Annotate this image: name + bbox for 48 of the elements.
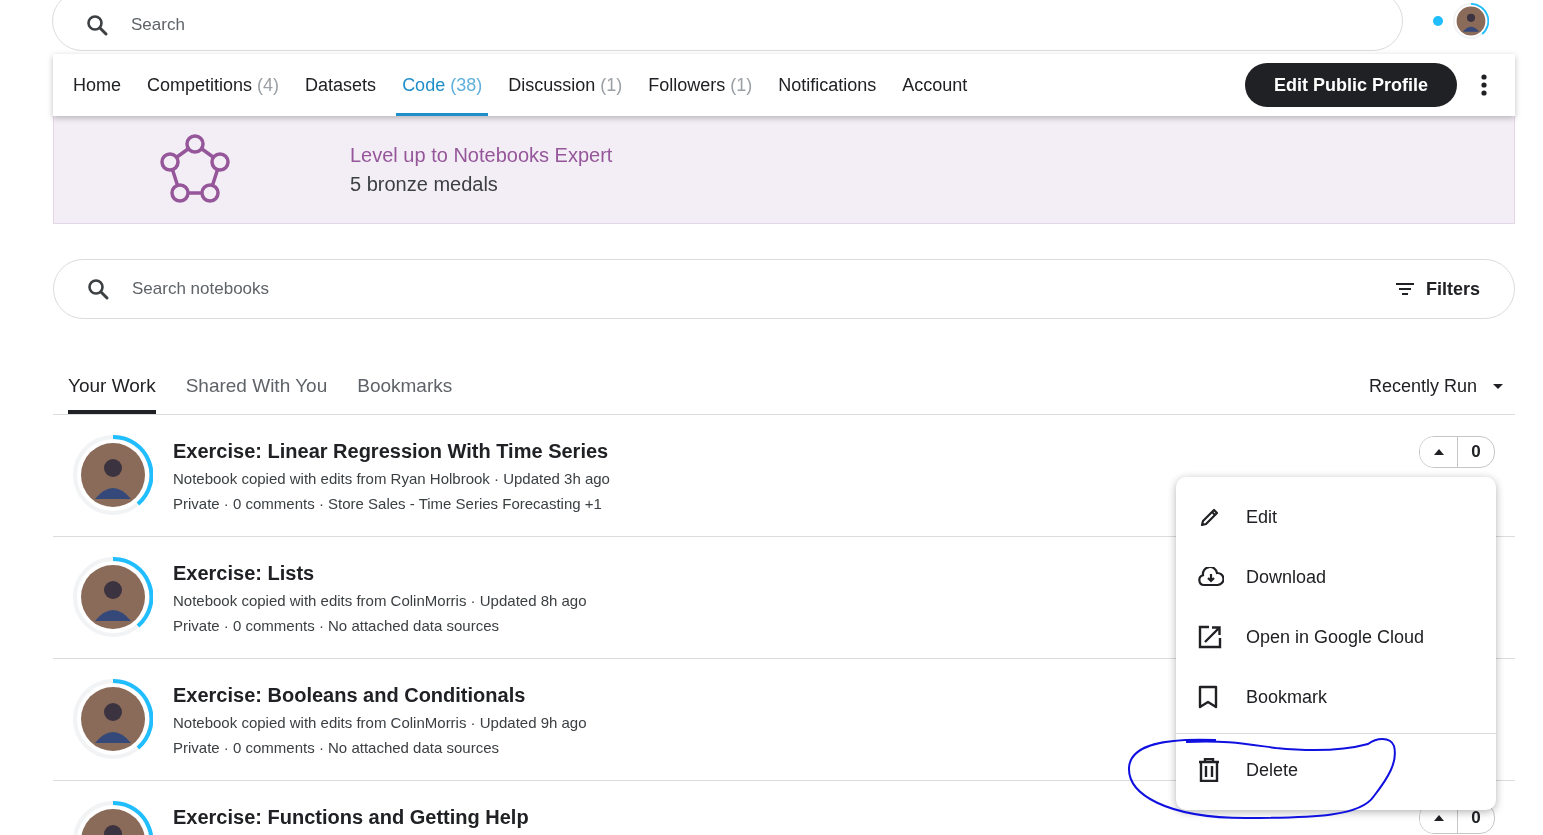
user-avatar (1453, 3, 1489, 39)
vote-count: 0 (1470, 807, 1482, 829)
filter-lines-icon (1395, 282, 1414, 296)
notebook-details: Private · 0 comments · Store Sales - Time Series Forecasting +1 (173, 494, 602, 514)
notebook-source: Notebook copied with edits from ColinMorris · Updated 9h ago (173, 713, 587, 733)
notification-dot (1433, 16, 1443, 26)
notebook-source: Notebook copied with edits from ColinMorris · Updated 8h ago (173, 591, 587, 611)
vote-count: 0 (1470, 441, 1482, 463)
profile-tab[interactable]: Home (67, 54, 127, 116)
search-icon (85, 13, 109, 37)
bookmark-icon (1198, 685, 1218, 709)
caret-up-icon (1433, 815, 1444, 821)
menu-item[interactable]: Download (1176, 547, 1496, 607)
notebook-search-input[interactable]: Search notebooks (130, 278, 1370, 300)
profile-tab[interactable]: Competitions (4) (141, 54, 286, 116)
notebook-details: Private · 0 comments · No attached data sources (173, 616, 499, 636)
caret-up-icon (1433, 449, 1444, 455)
profile-tab[interactable]: Account (896, 54, 974, 116)
work-tab[interactable]: Bookmarks (357, 358, 453, 414)
menu-item[interactable]: Delete (1176, 740, 1496, 800)
menu-item[interactable]: Bookmark (1176, 667, 1496, 727)
work-tab[interactable]: Shared With You (185, 358, 328, 414)
notebook-title[interactable]: Exercise: Booleans and Conditionals (173, 680, 526, 710)
notebook-details: Private · 0 comments · No attached data sources (173, 738, 499, 758)
profile-tab[interactable]: Notifications (772, 54, 883, 116)
filters-button[interactable]: Filters (1389, 277, 1486, 301)
menu-item[interactable]: Edit (1176, 487, 1496, 547)
profile-tab[interactable]: Followers (1) (642, 54, 759, 116)
profile-tab[interactable]: Discussion (1) (502, 54, 629, 116)
banner-subtitle: 5 bronze medals (350, 172, 499, 196)
cloud-download-icon (1198, 567, 1224, 587)
notebook-title[interactable]: Exercise: Functions and Getting Help (173, 802, 529, 832)
menu-item[interactable]: Open in Google Cloud (1176, 607, 1496, 667)
profile-tab[interactable]: Datasets (299, 54, 383, 116)
more-options-icon[interactable] (1481, 74, 1487, 96)
sort-dropdown[interactable]: Recently Run (1362, 374, 1509, 398)
trash-icon (1198, 758, 1220, 782)
upvote-button[interactable] (1420, 437, 1458, 467)
notebook-title[interactable]: Exercise: Lists (173, 558, 315, 588)
edit-profile-button[interactable]: Edit Public Profile (1244, 63, 1457, 107)
external-link-icon (1198, 625, 1222, 649)
caret-icon (1493, 383, 1503, 389)
work-tab[interactable]: Your Work (68, 358, 156, 414)
banner-title: Level up to Notebooks Expert (350, 143, 613, 167)
search-icon (86, 277, 110, 301)
notebook-source: Notebook copied with edits from Ryan Holbrook · Updated 3h ago (173, 469, 610, 489)
search-input[interactable]: Search (129, 14, 1402, 36)
notebook-title[interactable]: Exercise: Linear Regression With Time Series (173, 436, 609, 466)
